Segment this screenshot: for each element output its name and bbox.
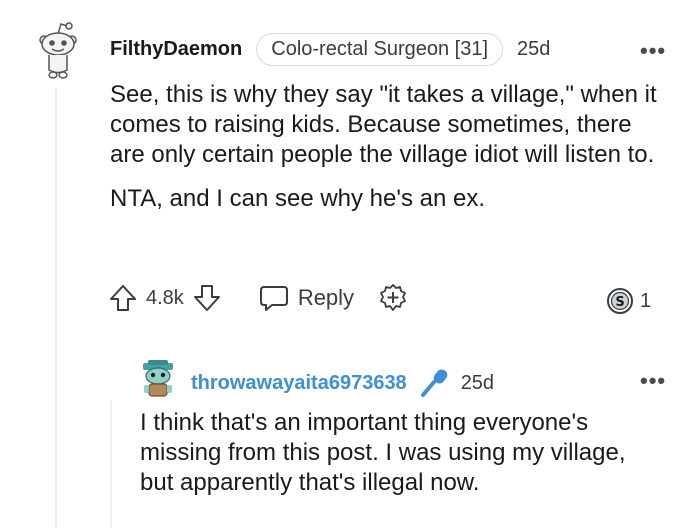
svg-text:S: S (615, 295, 624, 310)
reply-thread-line[interactable] (110, 400, 112, 528)
user-flair: Colo-rectal Surgeon [31] (256, 33, 504, 66)
more-options-icon[interactable]: ••• (640, 38, 666, 64)
comment-meta: FilthyDaemon Colo-rectal Surgeon [31] 25… (110, 33, 550, 66)
award-count: 1 (640, 289, 652, 312)
award-icon[interactable] (378, 283, 408, 313)
reply-more-options-icon[interactable]: ••• (640, 368, 666, 394)
reply-username[interactable]: throwawayaita6973638 (191, 372, 407, 395)
thread-line[interactable] (55, 88, 57, 528)
snoo-avatar-icon (143, 360, 173, 397)
silver-award-icon: S (606, 287, 634, 315)
comment-paragraph: See, this is why they say "it takes a vi… (110, 81, 657, 168)
speech-bubble-icon (258, 283, 290, 313)
reply-age: 25d (460, 371, 495, 394)
comment-body: See, this is why they say "it takes a vi… (110, 80, 670, 214)
reply-body: I think that's an important thing everyo… (140, 409, 626, 496)
reply-meta: throwawayaita6973638 25d (191, 368, 494, 398)
comment-age: 25d (517, 38, 551, 60)
comment-actions: 4.8k Reply (108, 283, 408, 313)
reply-button[interactable]: Reply (258, 283, 354, 313)
awards-row[interactable]: S 1 (606, 287, 651, 315)
comment-paragraph: NTA, and I can see why he's an ex. (110, 185, 485, 212)
snoo-icon (39, 22, 77, 79)
reply-label: Reply (297, 285, 355, 310)
comment-username[interactable]: FilthyDaemon (110, 38, 242, 61)
upvote-icon[interactable] (108, 283, 138, 313)
microphone-icon (419, 368, 449, 398)
snoo-avatar[interactable] (36, 20, 80, 80)
downvote-icon[interactable] (192, 283, 222, 313)
vote-count: 4.8k (146, 286, 184, 309)
reply-avatar[interactable] (140, 360, 176, 400)
